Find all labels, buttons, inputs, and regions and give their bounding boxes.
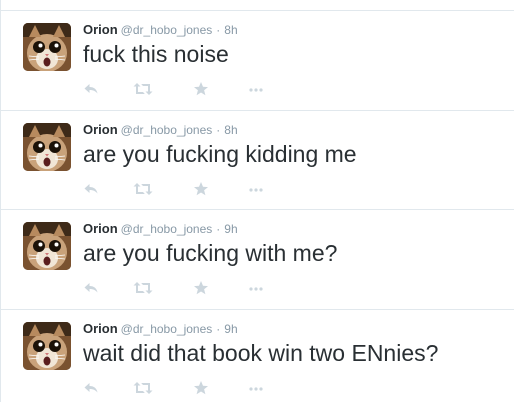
tweet-text: are you fucking with me? (83, 240, 338, 266)
tweet-header: Orion @dr_hobo_jones · 8h (83, 22, 238, 38)
avatar[interactable] (23, 322, 71, 370)
username[interactable]: @dr_hobo_jones (121, 222, 213, 236)
reply-icon[interactable] (83, 81, 103, 97)
tweet[interactable]: Orion @dr_hobo_jones · 9h are you fucking w… (1, 209, 514, 309)
fullname[interactable]: Orion (83, 321, 118, 336)
retweet-icon[interactable] (133, 181, 153, 197)
tweet-header: Orion @dr_hobo_jones · 9h (83, 321, 238, 337)
tweet-actions (83, 380, 283, 396)
timestamp[interactable]: 8h (224, 23, 237, 37)
reply-icon[interactable] (83, 181, 103, 197)
tweet-actions (83, 81, 283, 97)
tweet-timeline: Orion @dr_hobo_jones · 8h fuck this noise (0, 0, 514, 402)
timestamp[interactable]: 9h (224, 322, 237, 336)
cat-avatar-image (23, 23, 71, 71)
tweet-actions (83, 181, 283, 197)
tweet-header: Orion @dr_hobo_jones · 9h (83, 221, 238, 237)
tweet-header: Orion @dr_hobo_jones · 8h (83, 122, 238, 138)
cat-avatar-image (23, 322, 71, 370)
reply-icon[interactable] (83, 380, 103, 396)
tweet-text: are you fucking kidding me (83, 141, 357, 167)
avatar[interactable] (23, 23, 71, 71)
avatar[interactable] (23, 222, 71, 270)
tweet-actions (83, 280, 283, 296)
retweet-icon[interactable] (133, 280, 153, 296)
tweet[interactable]: Orion @dr_hobo_jones · 9h wait did that boo… (1, 309, 514, 409)
username[interactable]: @dr_hobo_jones (121, 322, 213, 336)
more-dots-icon[interactable] (248, 81, 268, 97)
retweet-icon[interactable] (133, 81, 153, 97)
more-dots-icon[interactable] (248, 181, 268, 197)
reply-icon[interactable] (83, 280, 103, 296)
tweet-text: fuck this noise (83, 41, 229, 67)
meta-separator: · (216, 322, 221, 336)
more-dots-icon[interactable] (248, 380, 268, 396)
tweet-text: wait did that book win two ENnies? (83, 340, 439, 366)
retweet-icon[interactable] (133, 380, 153, 396)
star-icon[interactable] (193, 380, 213, 396)
fullname[interactable]: Orion (83, 221, 118, 236)
avatar[interactable] (23, 123, 71, 171)
star-icon[interactable] (193, 81, 213, 97)
star-icon[interactable] (193, 181, 213, 197)
fullname[interactable]: Orion (83, 122, 118, 137)
meta-separator: · (216, 123, 221, 137)
username[interactable]: @dr_hobo_jones (121, 123, 213, 137)
star-icon[interactable] (193, 280, 213, 296)
more-dots-icon[interactable] (248, 280, 268, 296)
timestamp[interactable]: 8h (224, 123, 237, 137)
username[interactable]: @dr_hobo_jones (121, 23, 213, 37)
cat-avatar-image (23, 123, 71, 171)
tweet[interactable]: Orion @dr_hobo_jones · 8h are you fucking k… (1, 110, 514, 210)
meta-separator: · (216, 222, 221, 236)
cat-avatar-image (23, 222, 71, 270)
fullname[interactable]: Orion (83, 22, 118, 37)
tweet[interactable]: Orion @dr_hobo_jones · 8h fuck this noise (1, 10, 514, 110)
timestamp[interactable]: 9h (224, 222, 237, 236)
meta-separator: · (216, 23, 221, 37)
